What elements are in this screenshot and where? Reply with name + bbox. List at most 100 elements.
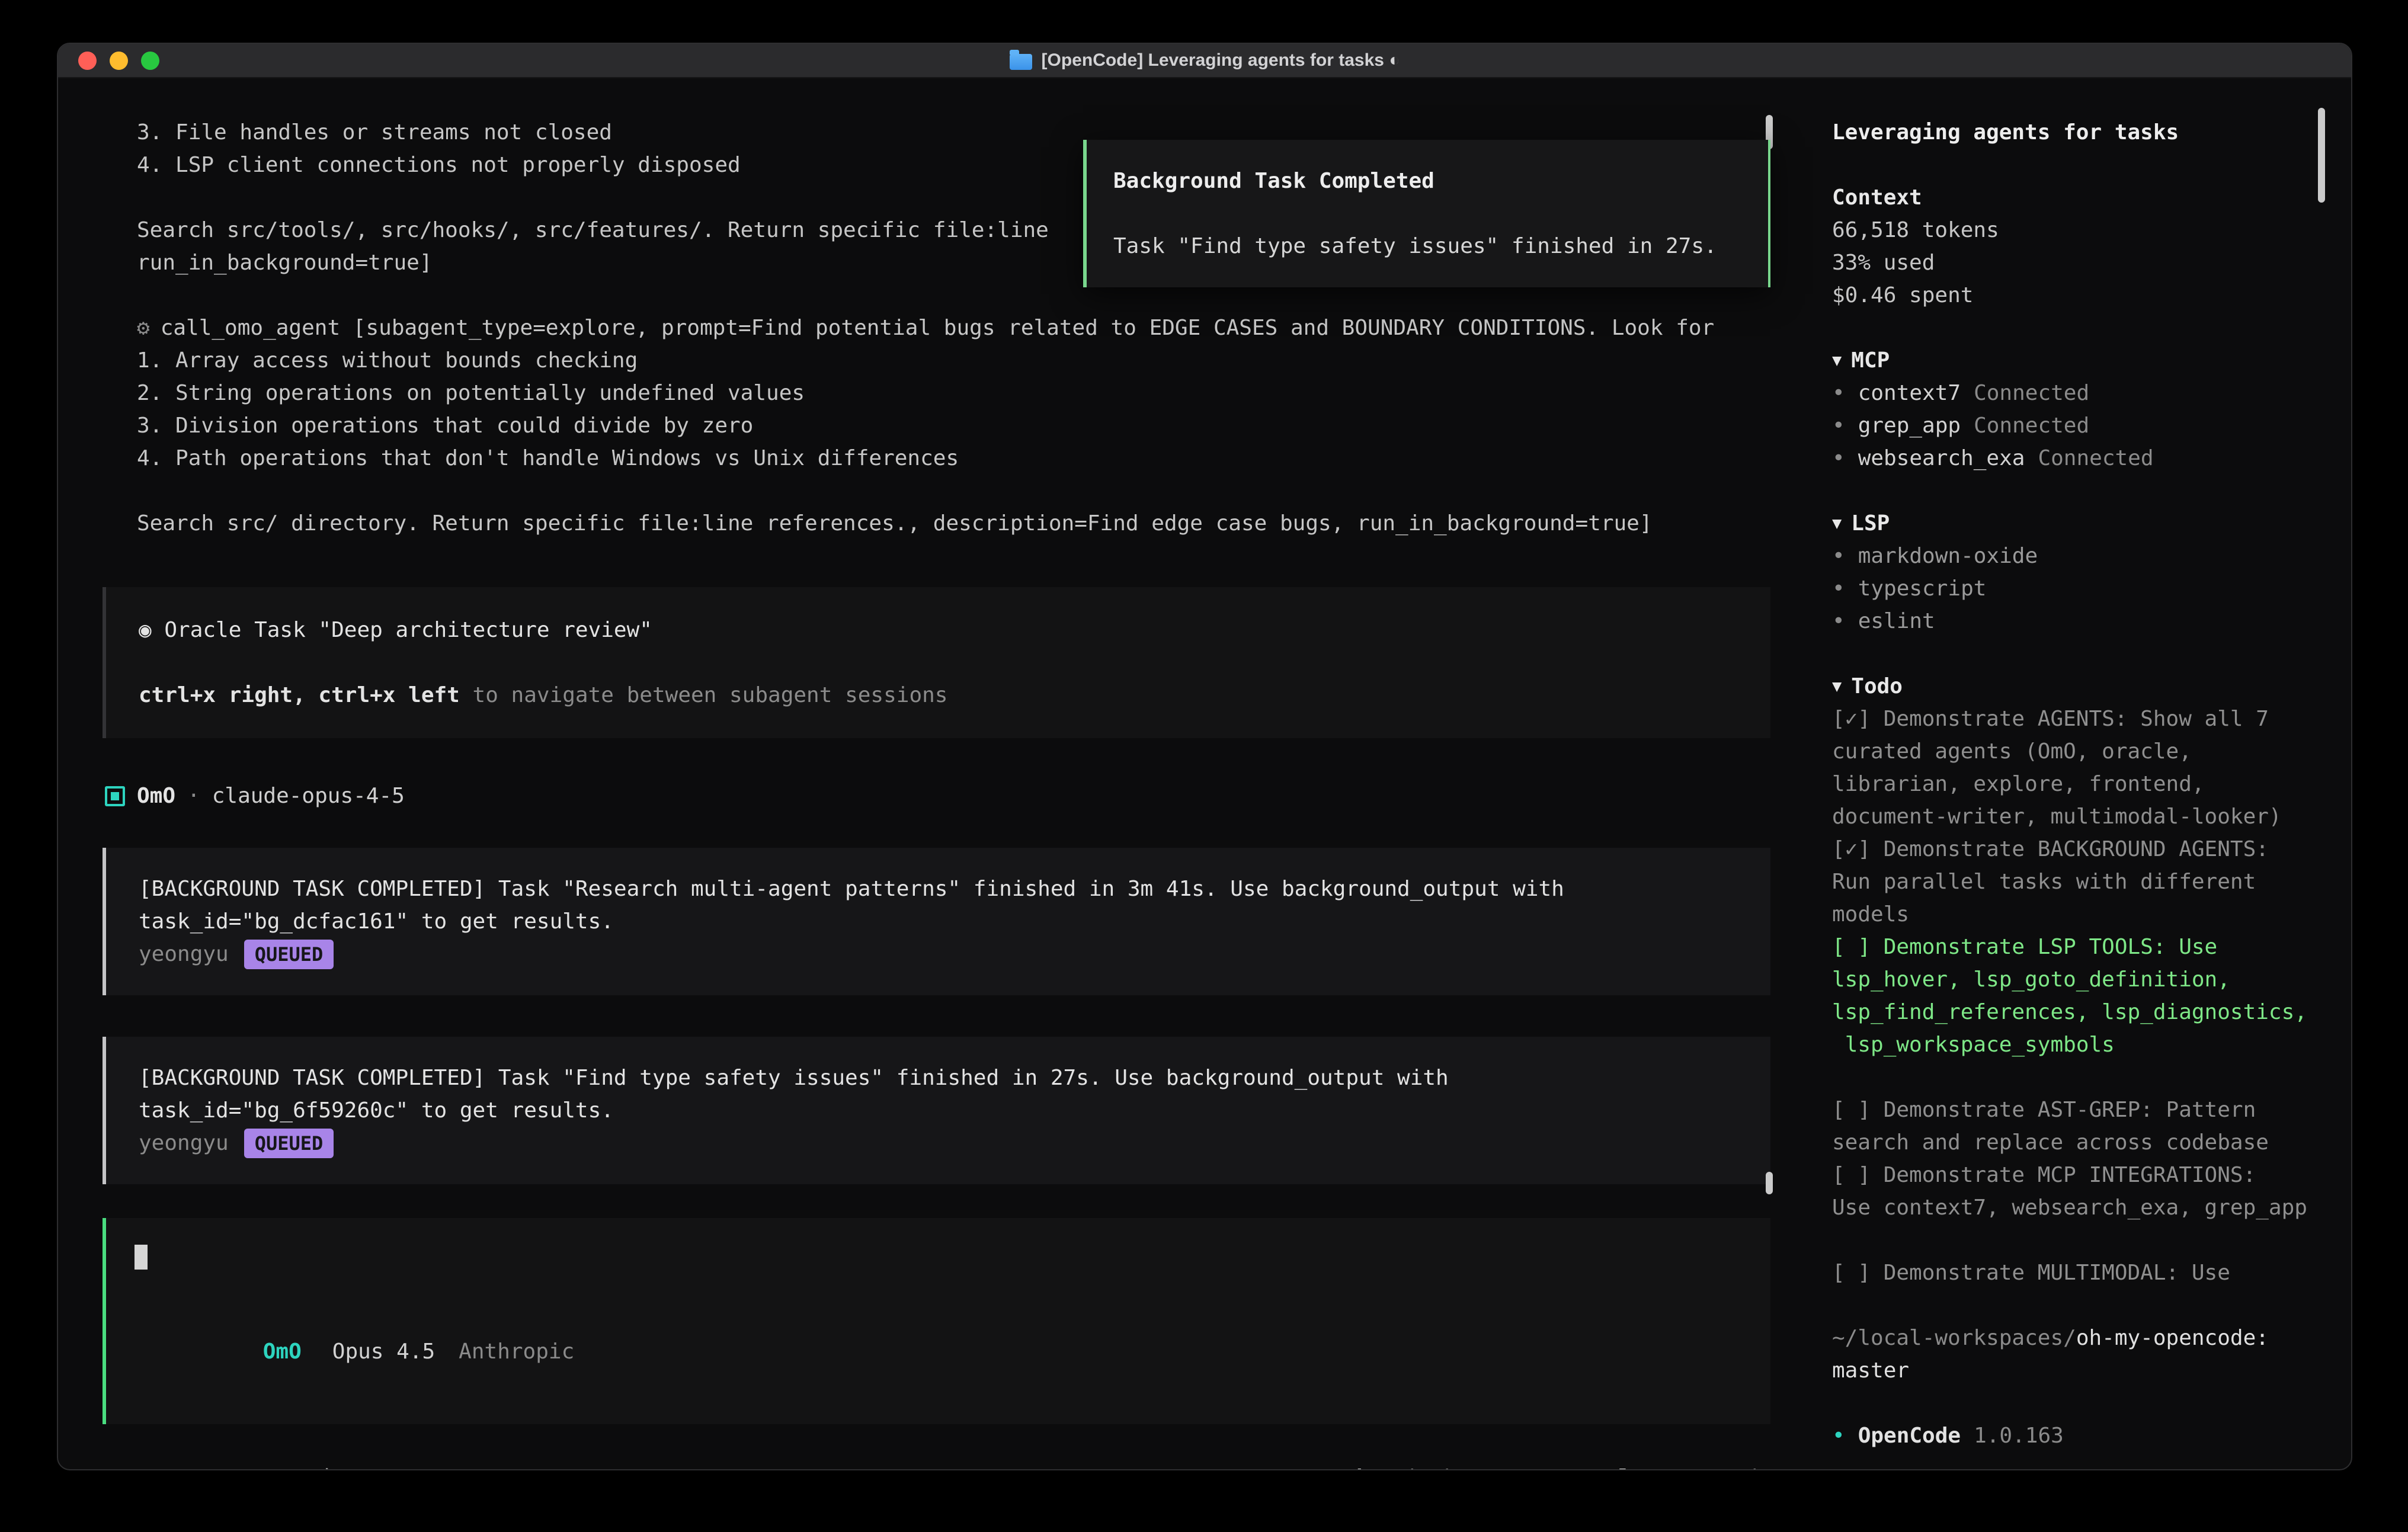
todo-item: [✓] Demonstrate AGENTS: Show all 7 curat… xyxy=(1832,703,2318,833)
esc-key-hint: esc xyxy=(271,1465,310,1470)
commands-key-label: commands xyxy=(1668,1466,1770,1470)
window-title: [OpenCode] Leveraging agents for tasks ◐ xyxy=(1042,50,1400,70)
blank-line xyxy=(139,646,1738,679)
oracle-hint: ctrl+x right, ctrl+x left to navigate be… xyxy=(139,679,1738,711)
sidebar-scrollbar-thumb[interactable] xyxy=(2318,108,2325,203)
workspace-path: ~/local-workspaces/oh-my-opencode: xyxy=(1832,1322,2318,1354)
mcp-status: Connected xyxy=(1974,381,2089,405)
close-button[interactable] xyxy=(78,52,97,70)
lsp-heading: LSP xyxy=(1851,511,1890,536)
mcp-name: websearch_exa xyxy=(1858,446,2025,470)
content-area: Background Task Completed Task "Find typ… xyxy=(58,78,2351,1469)
status-dot-icon: • xyxy=(1832,1424,1845,1448)
todo-item: [✓] Demonstrate BACKGROUND AGENTS: Run p… xyxy=(1832,833,2318,931)
context-tokens: 66,518 tokens xyxy=(1832,214,2318,246)
todo-heading: Todo xyxy=(1851,674,1903,698)
message-author: yeongyu xyxy=(139,938,229,970)
todo-item: [ ] Demonstrate AST-GREP: Pattern search… xyxy=(1832,1094,2318,1159)
prompt-input[interactable]: OmO Opus 4.5 Anthropic xyxy=(103,1218,1770,1424)
context-used: 33% used xyxy=(1832,246,2318,279)
background-task-message: [BACKGROUND TASK COMPLETED] Task "Resear… xyxy=(103,848,1770,995)
esc-key-label: interrupt xyxy=(321,1465,436,1470)
lsp-item: typescript xyxy=(1832,572,2318,605)
input-line xyxy=(135,1242,1738,1274)
zoom-button[interactable] xyxy=(141,52,159,70)
message-author: yeongyu xyxy=(139,1127,229,1159)
mcp-item: websearch_exa Connected xyxy=(1832,442,2318,475)
lsp-section-header: ▼ LSP xyxy=(1832,507,2318,540)
lsp-name: typescript xyxy=(1858,576,1987,601)
tool-call-footer: Search src/ directory. Return specific f… xyxy=(103,507,1770,540)
todo-section-header: ▼ Todo xyxy=(1832,670,2318,703)
collapse-arrow-icon: ▼ xyxy=(1832,507,1842,540)
model-indicator: OmO Opus 4.5 Anthropic xyxy=(135,1303,1738,1400)
oracle-task-title: ◉ Oracle Task "Deep architecture review" xyxy=(139,614,1738,646)
tab-key-hint: tab xyxy=(1331,1466,1369,1470)
message-text: task_id="bg_6f59260c" to get results. xyxy=(139,1094,1738,1127)
session-title: Leveraging agents for tasks xyxy=(1832,116,2318,149)
mcp-heading: MCP xyxy=(1851,348,1890,373)
spinner-icon: ········ xyxy=(116,1468,244,1470)
app-version: 1.0.163 xyxy=(1974,1424,2064,1448)
mcp-name: context7 xyxy=(1858,381,1961,405)
titlebar: [OpenCode] Leveraging agents for tasks ◐ xyxy=(58,44,2351,78)
tool-call-item: 4. Path operations that don't handle Win… xyxy=(103,442,1770,475)
tool-call-item: 3. Division operations that could divide… xyxy=(103,409,1770,442)
oracle-task-panel: ◉ Oracle Task "Deep architecture review"… xyxy=(103,587,1770,738)
app-name: OpenCode xyxy=(1858,1424,1961,1448)
tool-call-header: ⚙ call_omo_agent [subagent_type=explore, … xyxy=(103,312,1770,344)
toast-notification: Background Task Completed Task "Find typ… xyxy=(1083,140,1770,287)
sidebar: Leveraging agents for tasks Context 66,5… xyxy=(1806,78,2351,1469)
main-scrollbar-thumb[interactable] xyxy=(1766,1172,1773,1194)
queued-badge: QUEUED xyxy=(244,1129,334,1158)
mcp-status: Connected xyxy=(2038,446,2153,470)
status-right: tab switch agent ctrl+p commands xyxy=(1298,1462,1770,1470)
agent-separator: · xyxy=(187,780,200,812)
todo-item: [ ] Demonstrate MCP INTEGRATIONS: Use co… xyxy=(1832,1159,2318,1224)
tool-call-item: 1. Array access without bounds checking xyxy=(103,344,1770,377)
status-bar: ········ esc interrupt tab switch agent ctr… xyxy=(103,1461,1770,1470)
context-spent: $0.46 spent xyxy=(1832,279,2318,312)
agent-name: OmO xyxy=(137,780,175,812)
lsp-item: markdown-oxide xyxy=(1832,540,2318,572)
collapse-arrow-icon: ▼ xyxy=(1832,344,1842,377)
gear-icon: ⚙ xyxy=(137,316,150,340)
commands-key-hint: ctrl+p xyxy=(1580,1466,1657,1470)
message-text: task_id="bg_dcfac161" to get results. xyxy=(139,905,1738,938)
toast-title: Background Task Completed xyxy=(1113,165,1741,197)
queued-badge: QUEUED xyxy=(244,940,334,969)
lsp-item: eslint xyxy=(1832,605,2318,637)
hint-keys: ctrl+x right, ctrl+x left xyxy=(139,683,460,707)
app-version-footer: • OpenCode 1.0.163 xyxy=(1832,1419,2318,1452)
collapse-arrow-icon: ▼ xyxy=(1832,670,1842,703)
context-heading: Context xyxy=(1832,181,2318,214)
message-text: [BACKGROUND TASK COMPLETED] Task "Find t… xyxy=(139,1062,1738,1094)
workspace-repo-name: oh-my-opencode: xyxy=(2076,1326,2269,1350)
agent-square-icon xyxy=(105,786,125,806)
toast-body: Task "Find type safety issues" finished … xyxy=(1113,230,1741,262)
tool-call-header-text: call_omo_agent [subagent_type=explore, p… xyxy=(161,316,1715,340)
workspace-branch: master xyxy=(1832,1354,2318,1387)
chat-main: Background Task Completed Task "Find typ… xyxy=(58,78,1806,1469)
app-window: [OpenCode] Leveraging agents for tasks ◐… xyxy=(57,43,2352,1470)
folder-icon xyxy=(1010,54,1032,70)
tab-key-label: switch agent xyxy=(1380,1466,1534,1470)
message-meta: yeongyu QUEUED xyxy=(139,1127,1738,1159)
mcp-status: Connected xyxy=(1974,414,2089,438)
text-cursor xyxy=(135,1245,148,1270)
minimize-button[interactable] xyxy=(110,52,128,70)
mcp-item: grep_app Connected xyxy=(1832,409,2318,442)
status-left: ········ esc interrupt xyxy=(116,1461,436,1470)
todo-item: [ ] Demonstrate MULTIMODAL: Use xyxy=(1832,1257,2318,1289)
mcp-section-header: ▼ MCP xyxy=(1832,344,2318,377)
message-text: [BACKGROUND TASK COMPLETED] Task "Resear… xyxy=(139,873,1738,905)
agent-header: OmO · claude-opus-4-5 xyxy=(103,780,1770,812)
mcp-name: grep_app xyxy=(1858,414,1961,438)
input-agent-name: OmO xyxy=(263,1339,302,1364)
mcp-item: context7 Connected xyxy=(1832,377,2318,409)
input-model-name: Opus 4.5 xyxy=(332,1339,435,1364)
input-provider-name: Anthropic xyxy=(459,1339,574,1364)
background-task-message: [BACKGROUND TASK COMPLETED] Task "Find t… xyxy=(103,1037,1770,1184)
workspace-path-prefix: ~/local-workspaces/ xyxy=(1832,1326,2076,1350)
tool-call-item: 2. String operations on potentially unde… xyxy=(103,377,1770,409)
